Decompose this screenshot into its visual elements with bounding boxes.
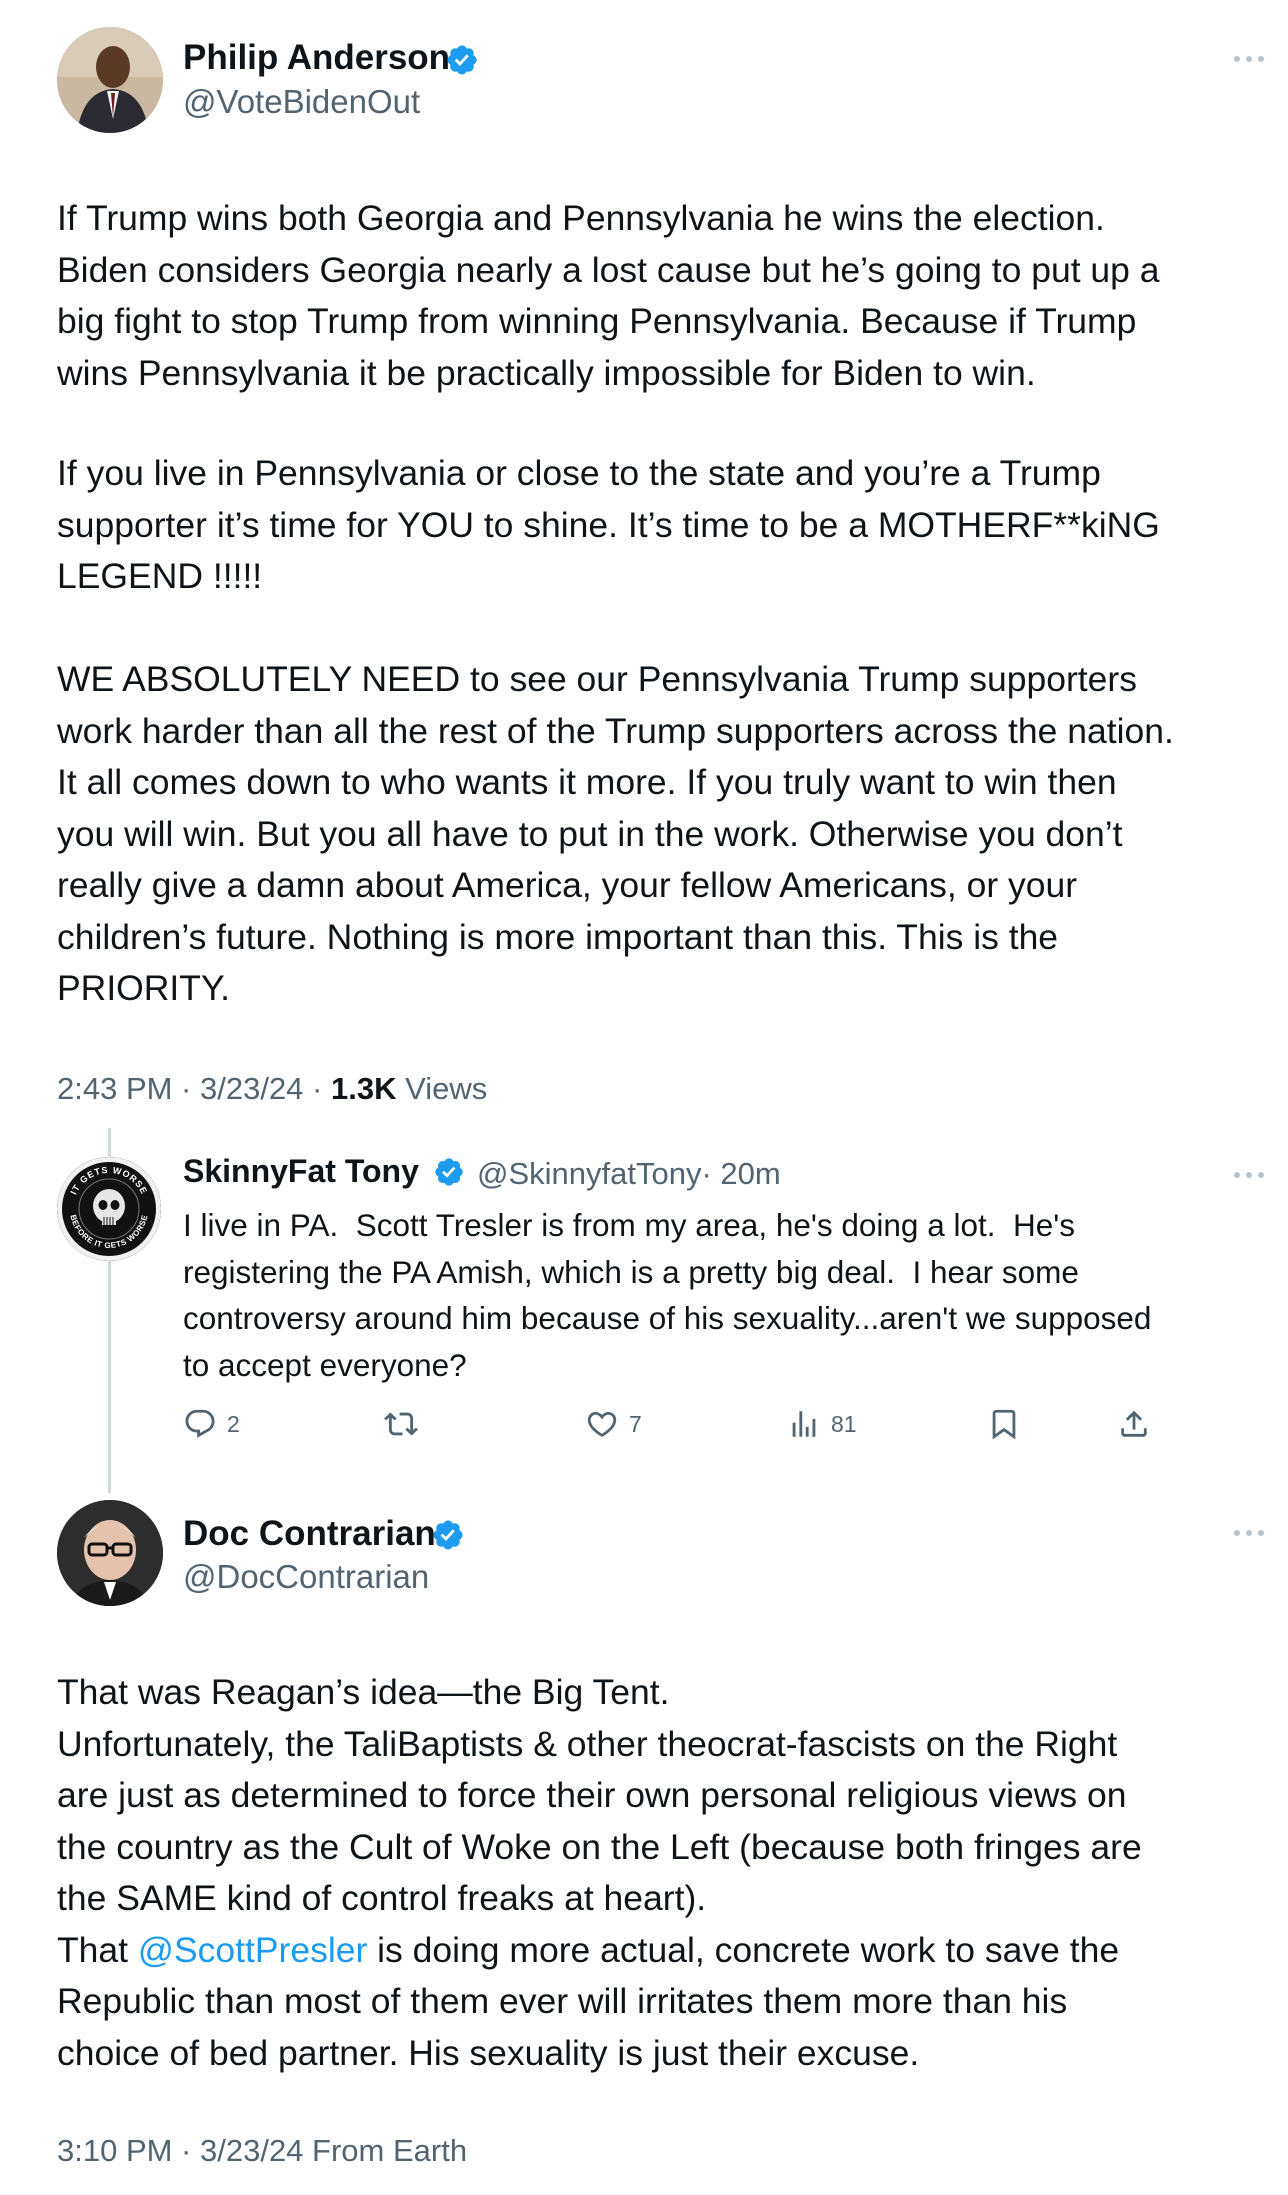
- reply-count: 2: [227, 1410, 240, 1437]
- tweet-timestamp[interactable]: 2:43 PM · 3/23/24 ·: [57, 1071, 331, 1106]
- retweet-action[interactable]: [384, 1407, 428, 1441]
- views-action[interactable]: 81: [787, 1407, 857, 1441]
- verified-badge-icon: [435, 1158, 463, 1186]
- like-heart-icon: [587, 1411, 617, 1437]
- avatar-skinnyfat-tony[interactable]: IT GETS WORSE BEFORE IT GETS WORSE: [57, 1157, 161, 1261]
- tweet-paragraph-2: If you live in Pennsylvania or close to …: [57, 453, 1160, 596]
- verified-badge-icon: [433, 1520, 463, 1550]
- share-action[interactable]: [1117, 1407, 1151, 1441]
- bookmark-action[interactable]: [987, 1407, 1021, 1441]
- author-handle[interactable]: @VoteBidenOut: [183, 83, 420, 121]
- tweet-paragraph-1: If Trump wins both Georgia and Pennsylva…: [57, 198, 1160, 393]
- reply-time[interactable]: · 20m: [701, 1156, 780, 1191]
- retweet-icon: [384, 1412, 418, 1436]
- like-count: 7: [629, 1410, 642, 1437]
- quote-timestamp[interactable]: 3:10 PM · 3/23/24 From Earth: [57, 2133, 467, 2169]
- more-options-icon[interactable]: [1232, 1170, 1266, 1180]
- mention-link[interactable]: @ScottPresler: [138, 1930, 367, 1970]
- reply-icon: [185, 1409, 215, 1438]
- views-count: 1.3K: [330, 1071, 397, 1106]
- more-options-icon[interactable]: [1232, 1528, 1266, 1538]
- views-label: Views: [396, 1071, 488, 1106]
- quote-text-part1: That was Reagan’s idea—the Big Tent. Unf…: [57, 1672, 1142, 1970]
- quote-author-handle[interactable]: @DocContrarian: [183, 1558, 429, 1596]
- share-icon: [1121, 1410, 1147, 1437]
- reply-author-name[interactable]: SkinnyFat Tony: [183, 1153, 419, 1190]
- verified-badge-icon: [447, 45, 477, 75]
- views-chart-icon: [792, 1411, 816, 1437]
- author-name[interactable]: Philip Anderson: [183, 38, 450, 78]
- tweet-metadata: 2:43 PM · 3/23/24 · 1.3K Views: [57, 1071, 487, 1107]
- reply-views-count: 81: [831, 1410, 857, 1437]
- like-action[interactable]: 7: [585, 1407, 642, 1441]
- reply-text: I live in PA. Scott Tresler is from my a…: [183, 1207, 1152, 1383]
- person-avatar-icon: [57, 27, 163, 133]
- more-options-icon[interactable]: [1232, 54, 1266, 64]
- quote-tweet-text: That was Reagan’s idea—the Big Tent. Unf…: [57, 1667, 1142, 2079]
- reply-author-handle[interactable]: @SkinnyfatTony: [477, 1156, 701, 1191]
- quote-author-name[interactable]: Doc Contrarian: [183, 1514, 436, 1554]
- avatar-doc-contrarian[interactable]: [57, 1500, 163, 1606]
- tweet-paragraph-3: WE ABSOLUTELY NEED to see our Pennsylvan…: [57, 659, 1174, 1008]
- person-avatar-icon: [57, 1500, 163, 1606]
- bookmark-icon: [992, 1409, 1016, 1440]
- avatar-philip-anderson[interactable]: [57, 27, 163, 133]
- reply-action[interactable]: 2: [183, 1407, 240, 1441]
- skull-logo-icon: IT GETS WORSE BEFORE IT GETS WORSE: [57, 1157, 161, 1261]
- reply-handle-line: @SkinnyfatTony· 20m: [477, 1156, 781, 1192]
